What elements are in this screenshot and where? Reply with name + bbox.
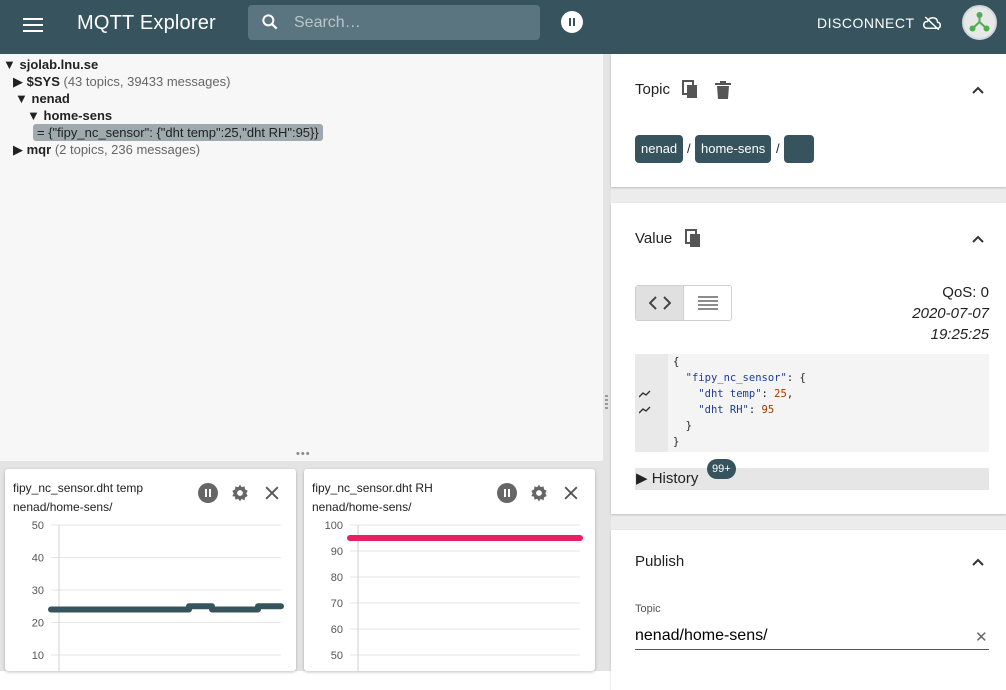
code-gutter [635, 354, 668, 452]
topic-separator: / [687, 141, 691, 156]
topic-chip[interactable] [784, 135, 814, 163]
avatar[interactable] [962, 5, 997, 40]
tree-node-meta: (2 topics, 236 messages) [54, 142, 201, 157]
topic-section-title: Topic [635, 81, 671, 98]
timestamp-date: 2020-07-07 [912, 305, 989, 322]
details-panel: Topic nenad / home-sens / Value QoS: 0 2… [611, 54, 1006, 690]
chart-title-text: fipy_nc_sensor.dht RH [312, 481, 433, 495]
chart-line-icon[interactable] [639, 390, 651, 398]
topic-chip[interactable]: home-sens [695, 135, 772, 163]
copy-icon[interactable] [685, 229, 702, 248]
y-tick-label: 30 [32, 585, 44, 597]
app-title: MQTT Explorer [77, 12, 216, 34]
disconnect-label: DISCONNECT [817, 15, 915, 31]
chart-line-icon[interactable] [639, 406, 651, 414]
tree-node-label: home-sens [43, 108, 113, 123]
chart-card-rh: fipy_nc_sensor.dht RH nenad/home-sens/ 1… [304, 469, 595, 671]
timestamp-time: 19:25:25 [930, 326, 989, 343]
topic-tree: ▼ sjolab.lnu.se ▶ $SYS (43 topics, 39433… [0, 54, 603, 461]
history-toggle[interactable]: ▶ History [635, 468, 989, 490]
topic-section: Topic nenad / home-sens / [611, 54, 1006, 187]
chart-pause-icon[interactable] [198, 483, 218, 503]
app-bar: MQTT Explorer DISCONNECT [0, 0, 1006, 54]
tree-node-label: mqr [26, 142, 52, 157]
expand-arrow: ▼ [3, 57, 16, 72]
json-content: { "fipy_nc_sensor": { "dht temp": 25, "d… [673, 356, 806, 448]
chart-pause-icon[interactable] [497, 483, 517, 503]
chart-title: fipy_nc_sensor.dht temp nenad/home-sens/ [13, 479, 143, 517]
chevron-up-icon[interactable] [972, 84, 984, 96]
publish-section-title: Publish [635, 553, 685, 570]
tree-node-root[interactable]: ▼ sjolab.lnu.se [3, 56, 98, 73]
y-tick-label: 100 [325, 520, 343, 532]
y-tick-label: 80 [331, 572, 343, 584]
raw-view-button[interactable] [684, 286, 732, 320]
y-tick-label: 70 [331, 598, 343, 610]
series-line [48, 603, 284, 613]
publish-section: Publish [611, 530, 1006, 690]
y-tick-label: 50 [32, 520, 44, 532]
search-input[interactable] [294, 5, 534, 40]
chart-card-temp: fipy_nc_sensor.dht temp nenad/home-sens/… [5, 469, 296, 671]
json-viewer: { "fipy_nc_sensor": { "dht temp": 25, "d… [635, 354, 989, 452]
tree-node-meta: (43 topics, 39433 messages) [63, 74, 231, 89]
rh-chart: 100 90 80 70 60 50 [325, 520, 583, 671]
expand-arrow: ▼ [27, 108, 40, 123]
menu-icon[interactable] [20, 14, 46, 40]
chart-title: fipy_nc_sensor.dht RH nenad/home-sens/ [312, 479, 433, 517]
y-tick-label: 20 [32, 618, 44, 630]
history-count-badge: 99+ [707, 459, 736, 479]
tree-node-label: $SYS [26, 74, 60, 89]
search-icon [262, 14, 278, 30]
gear-icon[interactable] [230, 483, 250, 503]
gear-icon[interactable] [529, 483, 549, 503]
copy-icon[interactable] [682, 80, 699, 99]
y-tick-label: 60 [331, 624, 343, 636]
tree-node-nenad[interactable]: ▼ nenad [15, 90, 70, 107]
chevron-up-icon[interactable] [972, 556, 984, 568]
code-icon [649, 296, 671, 310]
topic-chip[interactable]: nenad [635, 135, 684, 163]
pane-divider[interactable] [603, 54, 611, 671]
resize-handle-dots[interactable]: ••• [296, 448, 311, 460]
lines-icon [697, 296, 718, 310]
topic-separator: / [776, 141, 780, 156]
cloud-off-icon [922, 16, 941, 30]
delete-icon[interactable] [715, 81, 731, 99]
tree-node-home-sens[interactable]: ▼ home-sens [27, 107, 112, 124]
clear-icon[interactable]: ✕ [975, 628, 988, 646]
y-tick-label: 50 [331, 650, 343, 662]
tree-node-sys[interactable]: ▶ $SYS (43 topics, 39433 messages) [13, 73, 230, 90]
disconnect-button[interactable]: DISCONNECT [817, 15, 941, 31]
publish-topic-input[interactable] [635, 622, 989, 650]
temp-chart: 50 40 30 20 10 [32, 520, 284, 671]
network-icon [969, 12, 990, 32]
publish-topic-label: Topic [635, 603, 661, 615]
y-tick-label: 10 [32, 650, 44, 662]
tree-node-value[interactable]: = {"fipy_nc_sensor": {"dht temp":25,"dht… [33, 124, 323, 141]
code-view-button[interactable] [636, 286, 684, 320]
view-toggle [635, 285, 732, 321]
tree-node-mqr[interactable]: ▶ mqr (2 topics, 236 messages) [13, 141, 200, 158]
chevron-up-icon[interactable] [972, 233, 984, 245]
tree-node-label: sjolab.lnu.se [19, 57, 99, 72]
expand-arrow: ▼ [15, 91, 28, 106]
close-icon[interactable] [561, 483, 581, 503]
expand-arrow: ▶ [13, 74, 23, 89]
y-tick-label: 90 [331, 546, 343, 558]
chart-title-text: fipy_nc_sensor.dht temp [13, 481, 144, 495]
close-icon[interactable] [262, 483, 282, 503]
expand-arrow: ▶ [13, 142, 23, 157]
search-box[interactable] [248, 5, 540, 40]
y-tick-label: 40 [32, 553, 44, 565]
pause-icon[interactable] [561, 11, 583, 33]
qos-label: QoS: 0 [942, 284, 989, 301]
drag-handle-icon[interactable] [605, 395, 608, 409]
value-section-title: Value [635, 230, 673, 247]
tree-node-label: nenad [31, 91, 70, 106]
